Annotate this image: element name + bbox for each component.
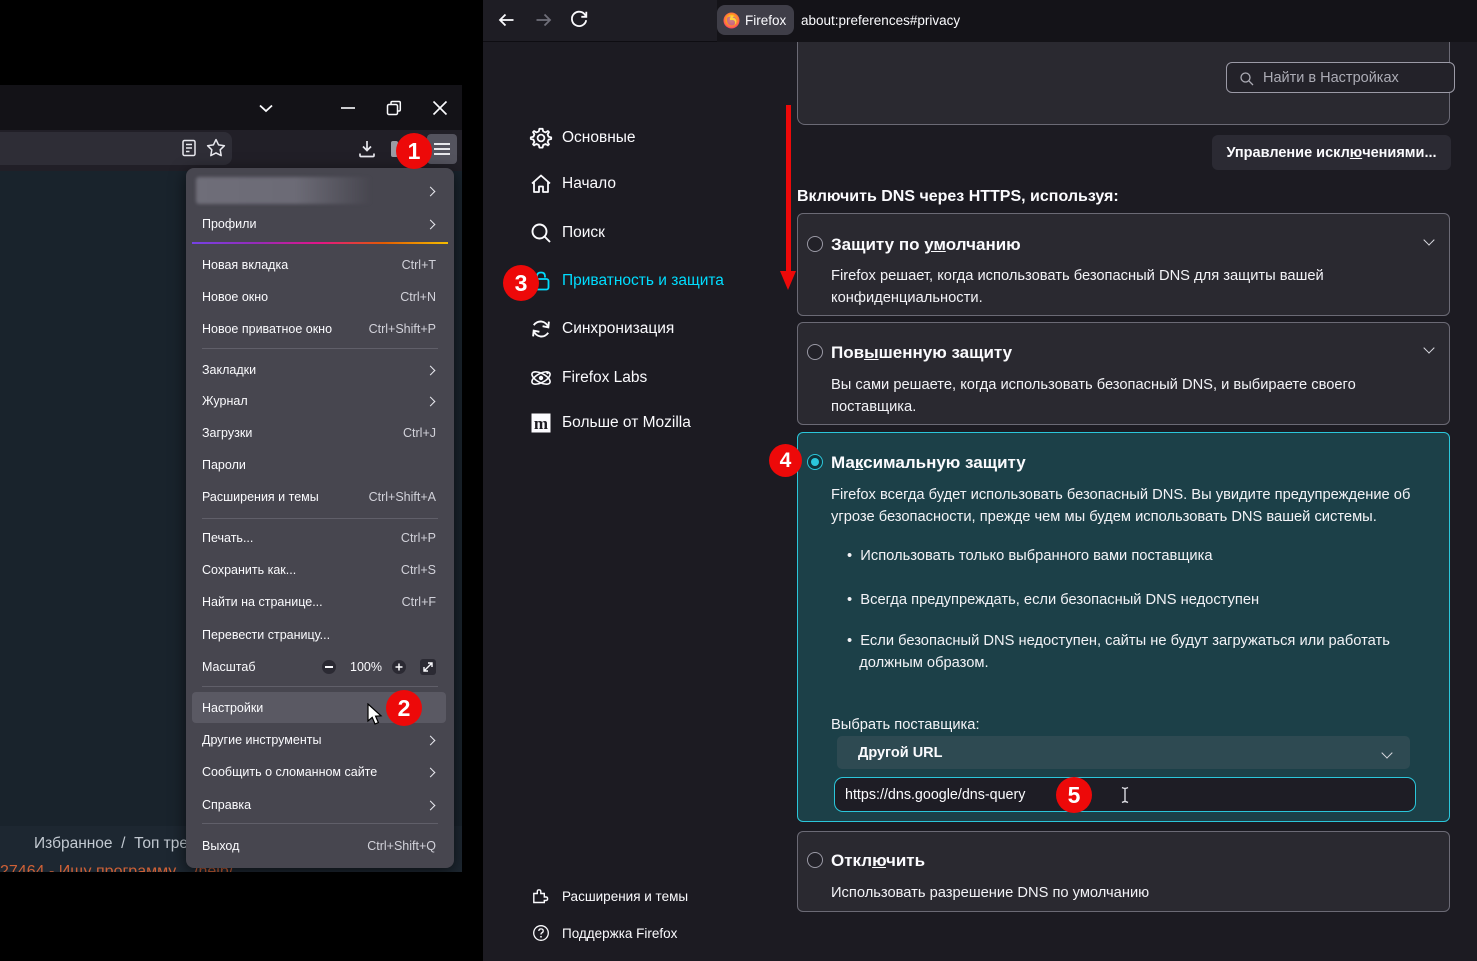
svg-text:m: m xyxy=(534,414,548,433)
